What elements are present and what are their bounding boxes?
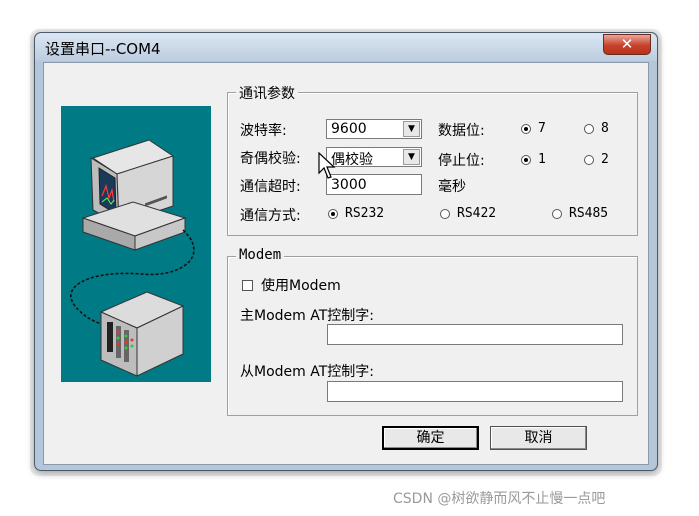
radio-dot: [584, 154, 594, 165]
radio-databits-7-label: 7: [538, 121, 546, 136]
watermark-text: CSDN @树欲静而风不止慢一点吧: [393, 491, 606, 507]
title-bar[interactable]: 设置串口--COM4 ✕: [35, 33, 657, 61]
databits-label: 数据位:: [438, 123, 485, 139]
parity-label: 奇偶校验:: [240, 151, 301, 167]
device-illustration: [61, 106, 211, 382]
use-modem-checkbox[interactable]: 使用Modem: [242, 275, 341, 295]
radio-stopbits-2[interactable]: 2: [584, 152, 609, 167]
stopbits-label: 停止位:: [438, 153, 485, 169]
cancel-button[interactable]: 取消: [490, 426, 587, 450]
modem-group-title: Modem: [236, 247, 285, 263]
chevron-down-icon[interactable]: ▼: [403, 149, 420, 165]
close-button[interactable]: ✕: [603, 34, 651, 55]
slave-modem-at-input[interactable]: [328, 382, 622, 401]
radio-databits-8[interactable]: 8: [584, 121, 609, 136]
radio-dot: [552, 208, 562, 219]
main-modem-at-field[interactable]: [327, 324, 623, 345]
timeout-unit: 毫秒: [438, 179, 466, 195]
close-icon: ✕: [620, 35, 634, 53]
timeout-field[interactable]: [326, 174, 422, 195]
radio-stopbits-1-label: 1: [538, 152, 546, 167]
main-modem-at-label: 主Modem AT控制字:: [240, 308, 374, 324]
radio-rs422-label: RS422: [457, 206, 497, 221]
mouse-cursor-icon: [318, 152, 336, 179]
radio-rs232[interactable]: RS232: [328, 206, 384, 221]
radio-dot: [521, 154, 531, 165]
baud-rate-value: 9600: [331, 121, 367, 137]
chevron-down-icon[interactable]: ▼: [403, 121, 420, 137]
slave-modem-at-label: 从Modem AT控制字:: [240, 364, 374, 380]
radio-dot: [328, 208, 338, 219]
main-modem-at-input[interactable]: [328, 325, 622, 344]
slave-modem-at-field[interactable]: [327, 381, 623, 402]
use-modem-label: 使用Modem: [261, 278, 341, 294]
timeout-label: 通信超时:: [240, 179, 301, 195]
parity-combo[interactable]: 偶校验 ▼: [326, 147, 422, 168]
serial-port-dialog: 设置串口--COM4 ✕ 通讯参数 波特率: 9600 ▼ 奇偶校验: 偶校验 …: [34, 32, 658, 471]
timeout-input[interactable]: [327, 175, 421, 194]
dialog-client-area: 通讯参数 波特率: 9600 ▼ 奇偶校验: 偶校验 ▼ 通信超时: 毫秒 通信…: [43, 62, 649, 465]
radio-databits-8-label: 8: [601, 121, 609, 136]
computer-illustration: [70, 139, 195, 377]
radio-dot: [584, 123, 594, 134]
radio-rs485-label: RS485: [569, 206, 609, 221]
radio-dot: [521, 123, 531, 134]
modem-group: Modem 使用Modem 主Modem AT控制字: 从Modem AT控制字…: [227, 247, 638, 416]
radio-rs232-label: RS232: [345, 206, 385, 221]
radio-dot: [440, 208, 450, 219]
comm-params-group: 通讯参数 波特率: 9600 ▼ 奇偶校验: 偶校验 ▼ 通信超时: 毫秒 通信…: [227, 83, 638, 236]
baud-rate-combo[interactable]: 9600 ▼: [326, 119, 422, 139]
radio-stopbits-1[interactable]: 1: [521, 152, 546, 167]
radio-databits-7[interactable]: 7: [521, 121, 546, 136]
radio-rs422[interactable]: RS422: [440, 206, 496, 221]
radio-rs485[interactable]: RS485: [552, 206, 608, 221]
ok-button[interactable]: 确定: [382, 426, 479, 450]
baud-label: 波特率:: [240, 123, 287, 139]
radio-stopbits-2-label: 2: [601, 152, 609, 167]
window-title: 设置串口--COM4: [45, 40, 161, 58]
comm-params-title: 通讯参数: [236, 83, 298, 103]
checkbox-box[interactable]: [242, 279, 253, 291]
mode-label: 通信方式:: [240, 208, 301, 224]
